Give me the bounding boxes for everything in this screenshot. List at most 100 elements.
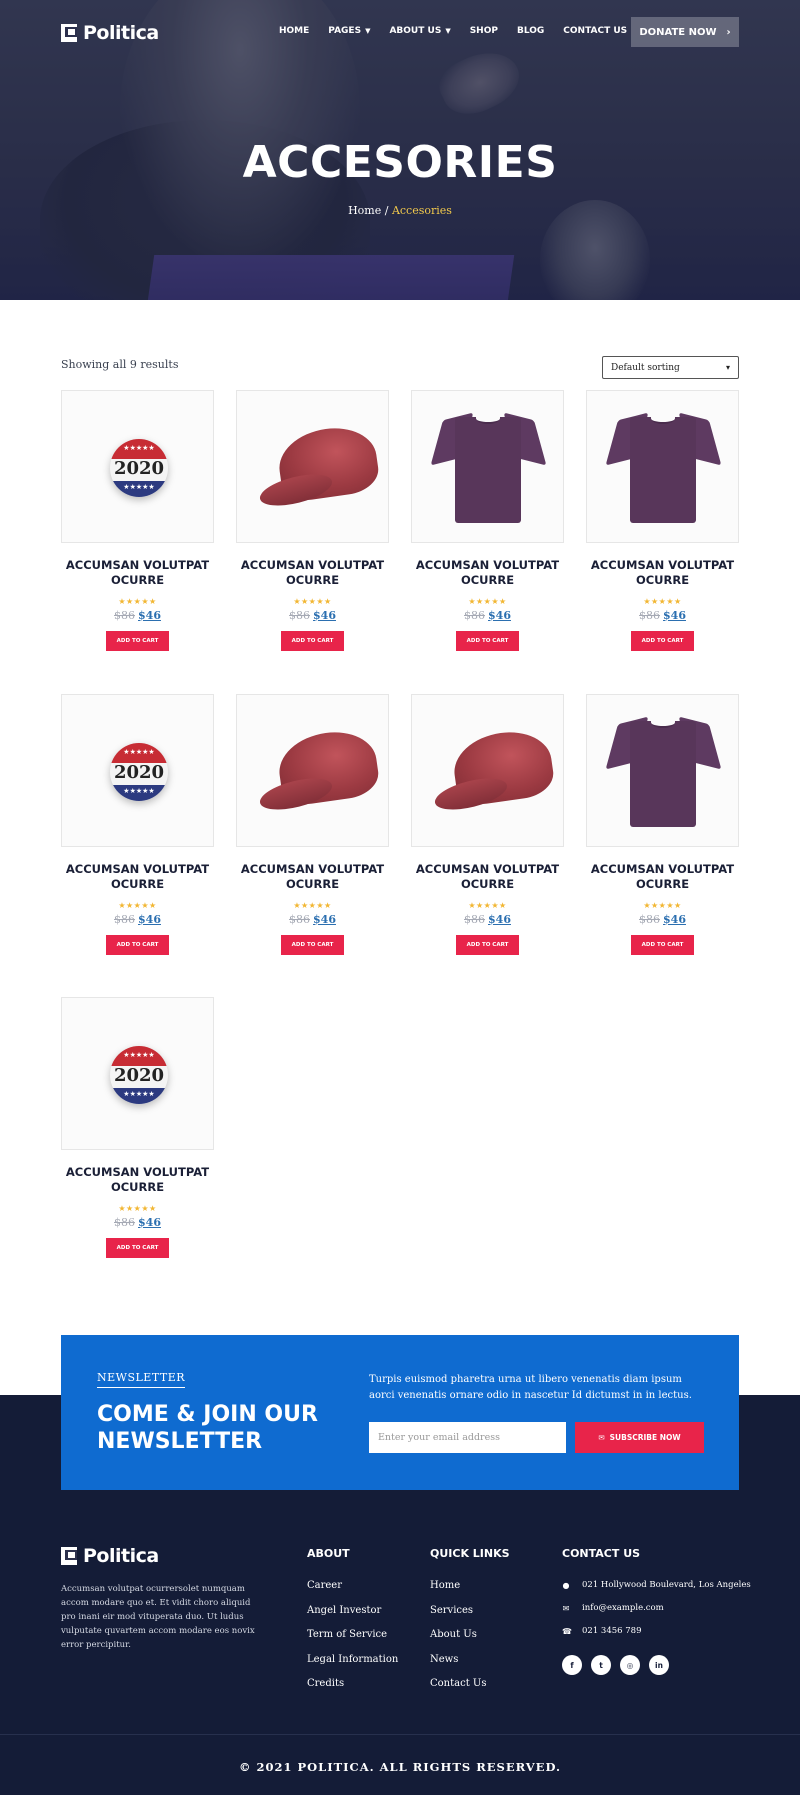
footer-link-legal-information[interactable]: Legal Information [307, 1654, 398, 1679]
contact-phone: ☎ 021 3456 789 [562, 1626, 641, 1636]
breadcrumb-home[interactable]: Home [348, 204, 381, 217]
footer-logo[interactable]: Politica [61, 1545, 159, 1567]
nav-item-about-us[interactable]: ABOUT US ▼ [389, 26, 450, 36]
nav-label: ABOUT US [389, 26, 442, 36]
chevron-right-icon: › [726, 26, 731, 38]
site-logo[interactable]: Politica [61, 22, 159, 44]
nav-item-home[interactable]: HOME [279, 26, 309, 36]
nav-item-blog[interactable]: BLOG [517, 26, 544, 36]
tshirt-neck [651, 413, 675, 424]
nav-item-pages[interactable]: PAGES ▼ [328, 26, 370, 36]
footer-quick-links-title: QUICK LINKS [430, 1547, 510, 1560]
add-to-cart-button[interactable]: ADD TO CART [631, 631, 694, 651]
product-image[interactable]: ★★★★★ 2020 ★★★★★ [61, 997, 214, 1150]
tshirt-neck [476, 413, 500, 424]
badge-year: 2020 [113, 1065, 165, 1086]
footer-link-contact-us[interactable]: Contact Us [430, 1678, 486, 1703]
star-rating: ★★★★★ [118, 1204, 157, 1213]
product-image[interactable] [411, 390, 564, 543]
product-name[interactable]: ACCUMSAN VOLUTPAT OCURRE [61, 558, 214, 588]
product-name[interactable]: ACCUMSAN VOLUTPAT OCURRE [61, 862, 214, 892]
add-to-cart-button[interactable]: ADD TO CART [631, 935, 694, 955]
donate-button[interactable]: DONATE NOW › [631, 17, 739, 47]
product-image[interactable] [236, 694, 389, 847]
product-name[interactable]: ACCUMSAN VOLUTPAT OCURRE [236, 862, 389, 892]
footer-divider [0, 1734, 800, 1735]
product-card[interactable]: ACCUMSAN VOLUTPAT OCURRE ★★★★★ $86 $46 ADD T… [236, 694, 389, 955]
footer-link-career[interactable]: Career [307, 1580, 398, 1605]
badge-stars-bottom: ★★★★★ [110, 785, 168, 801]
nav-label: BLOG [516, 26, 545, 36]
mail-icon: ✉ [598, 1433, 605, 1442]
footer-link-credits[interactable]: Credits [307, 1678, 398, 1703]
nav-item-contact-us[interactable]: CONTACT US [563, 26, 627, 36]
sort-selected-value: Default sorting [611, 362, 680, 373]
add-to-cart-button[interactable]: ADD TO CART [106, 935, 169, 955]
linkedin-icon[interactable]: in [649, 1655, 669, 1675]
facebook-icon[interactable]: f [562, 1655, 582, 1675]
chevron-down-icon: ▾ [725, 363, 730, 372]
product-image[interactable]: ★★★★★ 2020 ★★★★★ [61, 390, 214, 543]
add-to-cart-button[interactable]: ADD TO CART [456, 935, 519, 955]
add-to-cart-button[interactable]: ADD TO CART [281, 631, 344, 651]
newsletter-text: Turpis euismod pharetra urna ut libero v… [369, 1374, 692, 1401]
logo-text: Politica [83, 1545, 159, 1567]
star-rating: ★★★★★ [293, 901, 332, 910]
campaign-badge-image: ★★★★★ 2020 ★★★★★ [110, 1046, 168, 1104]
product-price: $86 $46 [61, 913, 214, 926]
breadcrumb: Home / Accesories [0, 204, 800, 217]
old-price: $86 [289, 609, 311, 622]
contact-email[interactable]: ✉ info@example.com [562, 1603, 664, 1613]
add-to-cart-button[interactable]: ADD TO CART [281, 935, 344, 955]
product-image[interactable]: ★★★★★ 2020 ★★★★★ [61, 694, 214, 847]
product-card[interactable]: ACCUMSAN VOLUTPAT OCURRE ★★★★★ $86 $46 ADD T… [411, 390, 564, 651]
nav-label: HOME [279, 26, 310, 36]
footer-link-term-of-service[interactable]: Term of Service [307, 1629, 398, 1654]
subscribe-button[interactable]: ✉ SUBSCRIBE NOW [575, 1422, 704, 1453]
twitter-icon[interactable]: t [591, 1655, 611, 1675]
product-image[interactable] [411, 694, 564, 847]
sale-price: $46 [488, 913, 511, 926]
old-price: $86 [464, 609, 486, 622]
product-name[interactable]: ACCUMSAN VOLUTPAT OCURRE [586, 862, 739, 892]
sale-price: $46 [313, 913, 336, 926]
product-name[interactable]: ACCUMSAN VOLUTPAT OCURRE [411, 558, 564, 588]
sale-price: $46 [138, 609, 161, 622]
product-card[interactable]: ACCUMSAN VOLUTPAT OCURRE ★★★★★ $86 $46 ADD T… [586, 390, 739, 651]
sale-price: $46 [313, 609, 336, 622]
product-price: $86 $46 [586, 609, 739, 622]
footer-link-about-us[interactable]: About Us [430, 1629, 486, 1654]
product-card[interactable]: ACCUMSAN VOLUTPAT OCURRE ★★★★★ $86 $46 ADD T… [411, 694, 564, 955]
add-to-cart-button[interactable]: ADD TO CART [106, 1238, 169, 1258]
footer-link-angel-investor[interactable]: Angel Investor [307, 1605, 398, 1630]
product-name[interactable]: ACCUMSAN VOLUTPAT OCURRE [586, 558, 739, 588]
product-card[interactable]: ★★★★★ 2020 ★★★★★ ACCUMSAN VOLUTPAT OCURRE ★★… [61, 997, 214, 1258]
instagram-icon[interactable]: ◎ [620, 1655, 640, 1675]
product-image[interactable] [236, 390, 389, 543]
product-card[interactable]: ACCUMSAN VOLUTPAT OCURRE ★★★★★ $86 $46 ADD T… [236, 390, 389, 651]
footer-link-home[interactable]: Home [430, 1580, 486, 1605]
add-to-cart-button[interactable]: ADD TO CART [106, 631, 169, 651]
product-card[interactable]: ★★★★★ 2020 ★★★★★ ACCUMSAN VOLUTPAT OCURRE ★★… [61, 694, 214, 955]
page-title: ACCESORIES [242, 137, 558, 188]
campaign-badge-image: ★★★★★ 2020 ★★★★★ [110, 439, 168, 497]
product-name[interactable]: ACCUMSAN VOLUTPAT OCURRE [411, 862, 564, 892]
footer-link-services[interactable]: Services [430, 1605, 486, 1630]
subscribe-label: SUBSCRIBE NOW [609, 1433, 681, 1442]
old-price: $86 [114, 1216, 136, 1229]
star-rating: ★★★★★ [118, 597, 157, 606]
product-image[interactable] [586, 390, 739, 543]
footer-about-title: ABOUT [307, 1547, 350, 1560]
add-to-cart-button[interactable]: ADD TO CART [456, 631, 519, 651]
product-name[interactable]: ACCUMSAN VOLUTPAT OCURRE [61, 1165, 214, 1195]
sale-price: $46 [663, 913, 686, 926]
nav-item-shop[interactable]: SHOP [470, 26, 498, 36]
product-name[interactable]: ACCUMSAN VOLUTPAT OCURRE [236, 558, 389, 588]
product-card[interactable]: ACCUMSAN VOLUTPAT OCURRE ★★★★★ $86 $46 ADD T… [586, 694, 739, 955]
product-image[interactable] [586, 694, 739, 847]
sort-select[interactable]: Default sorting ▾ [602, 356, 739, 379]
newsletter-email-input[interactable]: Enter your email address [369, 1422, 566, 1453]
product-card[interactable]: ★★★★★ 2020 ★★★★★ ACCUMSAN VOLUTPAT OCURRE ★★… [61, 390, 214, 651]
star-rating: ★★★★★ [293, 597, 332, 606]
footer-link-news[interactable]: News [430, 1654, 486, 1679]
